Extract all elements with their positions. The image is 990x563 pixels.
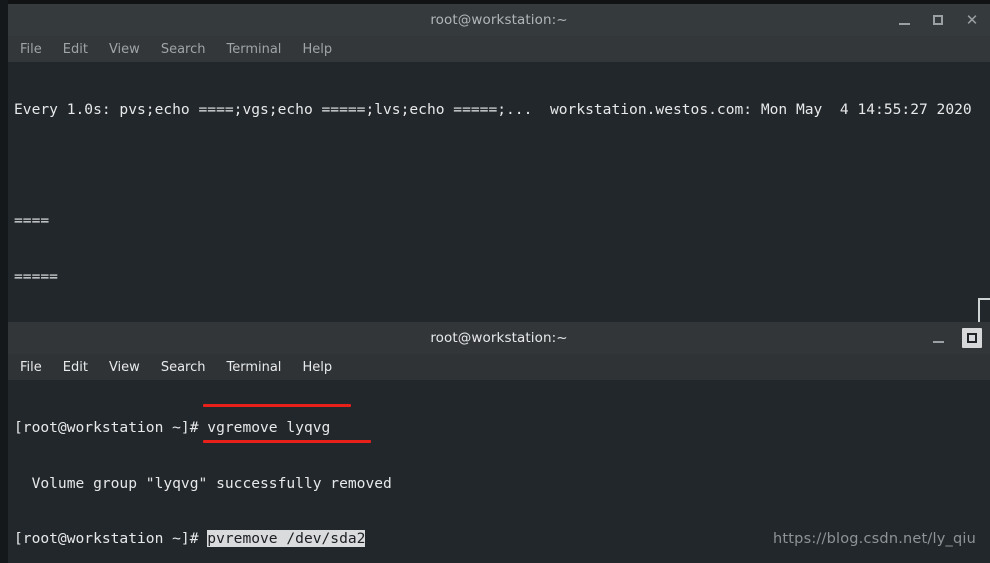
- terminal-window-1[interactable]: root@workstation:~ ✕ File Edit View Sear…: [8, 4, 990, 322]
- menu-edit[interactable]: Edit: [63, 360, 88, 375]
- menu-view[interactable]: View: [109, 360, 140, 375]
- menu-help[interactable]: Help: [302, 42, 332, 57]
- minimize-icon: [932, 340, 944, 343]
- menu-file[interactable]: File: [20, 42, 42, 57]
- watermark-url: https://blog.csdn.net/ly_qiu: [773, 531, 976, 547]
- window1-title: root@workstation:~: [430, 12, 568, 28]
- command-pvremove: pvremove /dev/sda2: [207, 530, 366, 547]
- desktop-background: root@workstation:~ ✕ File Edit View Sear…: [0, 0, 990, 563]
- menu-terminal[interactable]: Terminal: [226, 42, 281, 57]
- menu-view[interactable]: View: [109, 42, 140, 57]
- window1-controls: ✕: [894, 4, 982, 36]
- window1-menubar: File Edit View Search Terminal Help: [8, 36, 990, 62]
- menu-terminal[interactable]: Terminal: [226, 360, 281, 375]
- window2-menubar: File Edit View Search Terminal Help: [8, 354, 990, 380]
- watch-header-line: Every 1.0s: pvs;echo ====;vgs;echo =====…: [14, 101, 990, 120]
- shell-prompt: [root@workstation ~]#: [14, 530, 208, 547]
- window1-terminal-output[interactable]: Every 1.0s: pvs;echo ====;vgs;echo =====…: [8, 62, 990, 322]
- close-icon: ✕: [965, 10, 979, 29]
- menu-edit[interactable]: Edit: [63, 42, 88, 57]
- window2-titlebar[interactable]: root@workstation:~: [8, 322, 990, 354]
- menu-file[interactable]: File: [20, 360, 42, 375]
- watch-header-right: workstation.westos.com: Mon May 4 14:55:…: [549, 101, 972, 118]
- maximize-icon: [967, 333, 977, 343]
- terminal-window-2[interactable]: root@workstation:~ File Edit View Search…: [8, 322, 990, 563]
- maximize-icon: [933, 15, 943, 25]
- window-left-shadow: [0, 0, 8, 563]
- terminal-line: ====: [14, 212, 50, 229]
- terminal-line: =====: [14, 267, 58, 285]
- watch-header-gap: [532, 101, 550, 118]
- window2-title: root@workstation:~: [430, 330, 568, 346]
- menu-search[interactable]: Search: [161, 360, 206, 375]
- close-button[interactable]: ✕: [962, 10, 982, 30]
- menu-help[interactable]: Help: [302, 360, 332, 375]
- minimize-button[interactable]: [894, 10, 914, 30]
- minimize-button[interactable]: [928, 328, 948, 348]
- command-vgremove: vgremove lyqvg: [207, 419, 331, 436]
- shell-prompt: [root@workstation ~]#: [14, 419, 208, 436]
- output-line-1: Volume group "lyqvg" successfully remove…: [14, 474, 392, 492]
- menu-search[interactable]: Search: [161, 42, 206, 57]
- maximize-button[interactable]: [928, 10, 948, 30]
- window1-titlebar[interactable]: root@workstation:~ ✕: [8, 4, 990, 36]
- window2-controls: [928, 322, 982, 354]
- maximize-button[interactable]: [962, 328, 982, 348]
- background-window-corner[interactable]: [978, 298, 990, 324]
- command-line-1: [root@workstation ~]# vgremove lyqvg: [14, 419, 990, 438]
- minimize-icon: [898, 22, 910, 25]
- watch-header-left: Every 1.0s: pvs;echo ====;vgs;echo =====…: [14, 101, 533, 118]
